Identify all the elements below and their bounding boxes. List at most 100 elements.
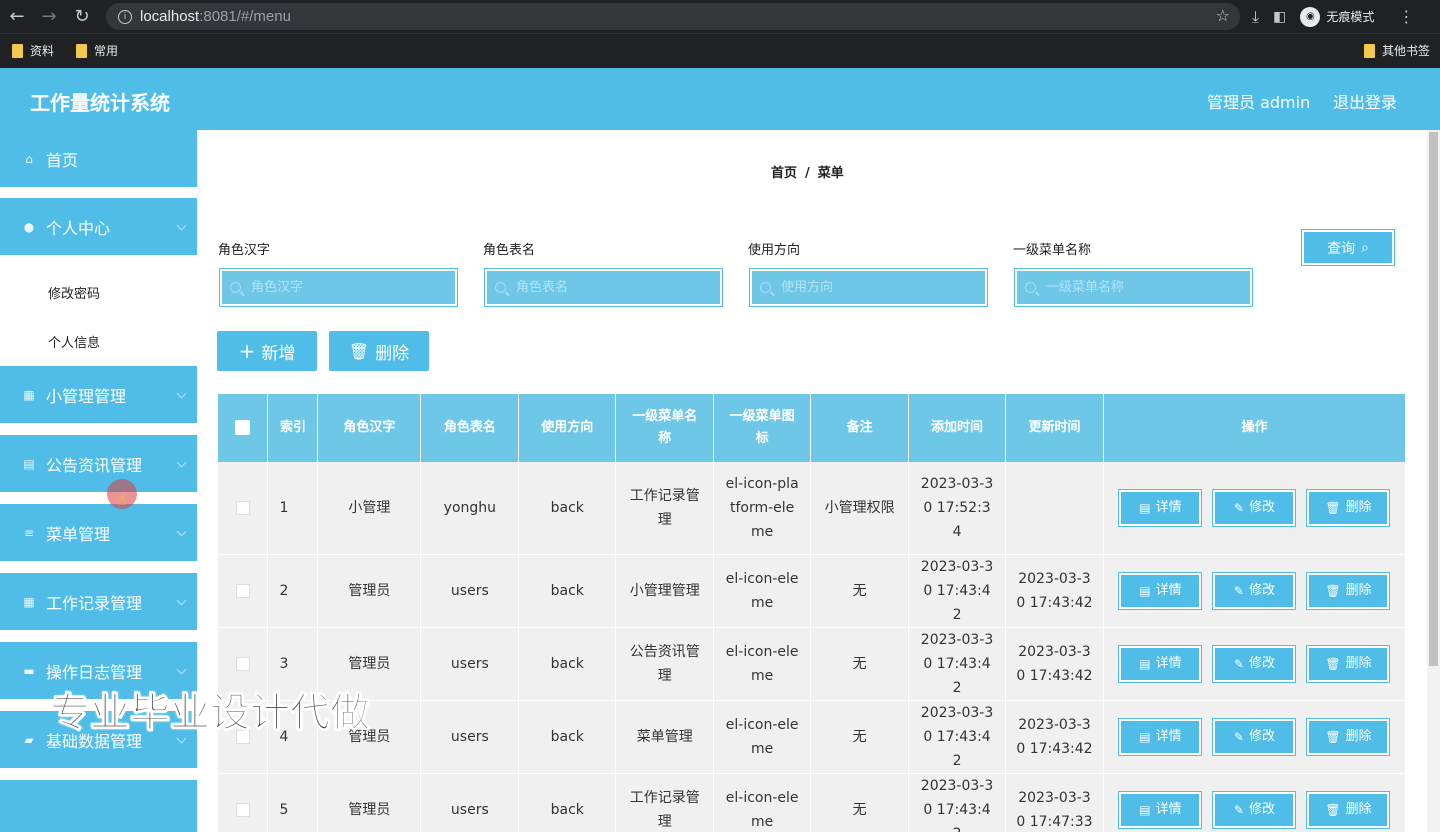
- select-all-checkbox[interactable]: [235, 420, 251, 435]
- trash-icon: 🗑: [1325, 500, 1341, 515]
- cell-role-name: 管理员: [317, 554, 422, 628]
- detail-button[interactable]: ▤ 详情: [1118, 790, 1203, 829]
- search-icon: [1025, 282, 1036, 293]
- delete-button[interactable]: 🗑 删除: [1306, 717, 1391, 756]
- document-icon: ▤: [1139, 500, 1151, 515]
- th-direction: 使用方向: [518, 394, 617, 462]
- detail-button[interactable]: ▤ 详情: [1118, 644, 1203, 683]
- sidebar-item-menu[interactable]: ≡ 菜单管理: [0, 504, 197, 564]
- delete-button[interactable]: 🗑 删除: [1306, 571, 1391, 610]
- sidepanel-icon[interactable]: ◧: [1273, 9, 1286, 25]
- url-host: localhost: [140, 8, 200, 25]
- direction-input[interactable]: [781, 280, 971, 295]
- cell-direction: back: [518, 554, 617, 628]
- cell-menu-name: 菜单管理: [615, 700, 715, 774]
- detail-button[interactable]: ▤ 详情: [1118, 488, 1203, 527]
- cell-role-table: users: [420, 554, 520, 628]
- menu-table: 索引 角色汉字 角色表名 使用方向 一级菜单名称 一级菜单图标 备注 添加时间 …: [218, 394, 1407, 832]
- search-icon: [230, 282, 241, 293]
- cell-added-time: 2023-03-30 17:43:42: [908, 700, 1006, 774]
- scroll-thumb[interactable]: [1429, 132, 1438, 666]
- row-select-cell: [218, 462, 269, 555]
- more-menu-icon[interactable]: ⋮: [1398, 7, 1414, 26]
- chevron-down-icon: [176, 457, 187, 468]
- cell-updated-time: 2023-03-30 17:47:33: [1005, 773, 1104, 832]
- cell-direction: back: [518, 700, 617, 774]
- pencil-icon: ✎: [1233, 656, 1244, 671]
- cell-direction: back: [518, 627, 617, 701]
- cell-remark: 无: [810, 773, 910, 832]
- delete-button[interactable]: 🗑 删除: [1306, 790, 1391, 829]
- role-name-input[interactable]: [251, 280, 441, 295]
- table-header-row: 索引 角色汉字 角色表名 使用方向 一级菜单名称 一级菜单图标 备注 添加时间 …: [218, 394, 1407, 462]
- edit-button[interactable]: ✎ 修改: [1212, 790, 1297, 829]
- pencil-icon: ✎: [1233, 802, 1244, 817]
- reload-icon[interactable]: ↻: [67, 1, 97, 31]
- sidebar-subitem-change-password[interactable]: 修改密码: [0, 268, 197, 316]
- cell-added-time: 2023-03-30 17:43:42: [908, 627, 1006, 701]
- cell-index: 5: [267, 773, 319, 832]
- address-bar[interactable]: i localhost:8081/#/menu ☆: [106, 3, 1240, 30]
- batch-delete-button[interactable]: 🗑 删除: [329, 331, 429, 371]
- chevron-down-icon: [176, 595, 187, 606]
- download-icon[interactable]: ⤓: [1252, 7, 1259, 27]
- sidebar-item-news[interactable]: ▤ 公告资讯管理: [0, 435, 197, 495]
- cell-remark: 无: [810, 627, 910, 701]
- th-menu-icon: 一级菜单图标: [713, 394, 812, 462]
- bookmark-folder-other[interactable]: 其他书签: [1364, 42, 1430, 59]
- bookmark-folder-ziliao[interactable]: 资料: [12, 42, 54, 59]
- add-button[interactable]: + 新增: [217, 331, 317, 371]
- sidebar-item-label: 个人中心: [46, 218, 111, 238]
- forward-icon[interactable]: →: [34, 1, 64, 31]
- row-checkbox[interactable]: [235, 500, 250, 515]
- cell-menu-icon: el-icon-eleme: [713, 627, 812, 701]
- detail-button[interactable]: ▤ 详情: [1118, 571, 1203, 610]
- logout-link[interactable]: 退出登录: [1333, 89, 1397, 113]
- cell-role-name: 小管理: [317, 462, 422, 555]
- delete-button[interactable]: 🗑 删除: [1306, 488, 1391, 527]
- sidebar-item-profile-center[interactable]: ● 个人中心: [0, 198, 197, 258]
- page-scrollbar[interactable]: [1427, 130, 1440, 832]
- cell-updated-time: 2023-03-30 17:43:42: [1005, 554, 1104, 628]
- sidebar-item-home[interactable]: ⌂ 首页: [0, 130, 197, 190]
- role-table-input[interactable]: [516, 280, 706, 295]
- breadcrumb-home[interactable]: 首页: [771, 166, 797, 181]
- bookmark-star-icon[interactable]: ☆: [1216, 6, 1230, 25]
- chevron-down-icon: [176, 526, 187, 537]
- sidebar-item-label: 工作记录管理: [46, 593, 143, 613]
- row-checkbox[interactable]: [235, 583, 250, 598]
- query-button[interactable]: 查询 ⌕: [1301, 229, 1395, 266]
- bookmark-folder-changyong[interactable]: 常用: [76, 42, 118, 59]
- row-checkbox[interactable]: [235, 656, 250, 671]
- breadcrumb: 首页 / 菜单: [771, 162, 844, 181]
- site-info-icon[interactable]: i: [118, 9, 132, 24]
- sidebar-filler: [0, 780, 197, 832]
- menu-name-input[interactable]: [1046, 280, 1236, 295]
- row-checkbox[interactable]: [235, 802, 250, 817]
- cell-added-time: 2023-03-30 17:43:42: [908, 554, 1006, 628]
- back-icon[interactable]: ←: [2, 1, 32, 31]
- incognito-badge[interactable]: ◉ 无痕模式: [1300, 6, 1374, 27]
- pointer-hand-icon: ☝: [116, 490, 126, 509]
- delete-button[interactable]: 🗑 删除: [1306, 644, 1391, 683]
- filter-menu-name: [1014, 268, 1253, 307]
- grid-icon: ▦: [23, 387, 35, 402]
- cell-index: 2: [267, 554, 319, 628]
- edit-button[interactable]: ✎ 修改: [1212, 644, 1297, 683]
- edit-button[interactable]: ✎ 修改: [1212, 717, 1297, 756]
- edit-button[interactable]: ✎ 修改: [1212, 488, 1297, 527]
- cell-menu-name: 小管理管理: [615, 554, 715, 628]
- sidebar-item-work-records[interactable]: ▦ 工作记录管理: [0, 573, 197, 633]
- cell-menu-icon: el-icon-platform-eleme: [713, 462, 812, 555]
- sidebar-item-sub-admin[interactable]: ▦ 小管理管理: [0, 366, 197, 426]
- document-icon: ▤: [1139, 583, 1151, 598]
- watermark-text: 专业毕业设计代做: [50, 690, 371, 737]
- filter-label-role-name: 角色汉字: [218, 243, 271, 258]
- document-icon: ▤: [1139, 802, 1151, 817]
- detail-button[interactable]: ▤ 详情: [1118, 717, 1203, 756]
- table-row: 5 管理员 users back 工作记录管理 el-icon-eleme 无 2023-03…: [218, 773, 1407, 832]
- edit-button[interactable]: ✎ 修改: [1212, 571, 1297, 610]
- ticket-icon: ▰: [24, 732, 34, 747]
- sidebar-subitem-personal-info[interactable]: 个人信息: [0, 317, 197, 365]
- app-header: 工作量统计系统 管理员 admin 退出登录: [0, 68, 1440, 130]
